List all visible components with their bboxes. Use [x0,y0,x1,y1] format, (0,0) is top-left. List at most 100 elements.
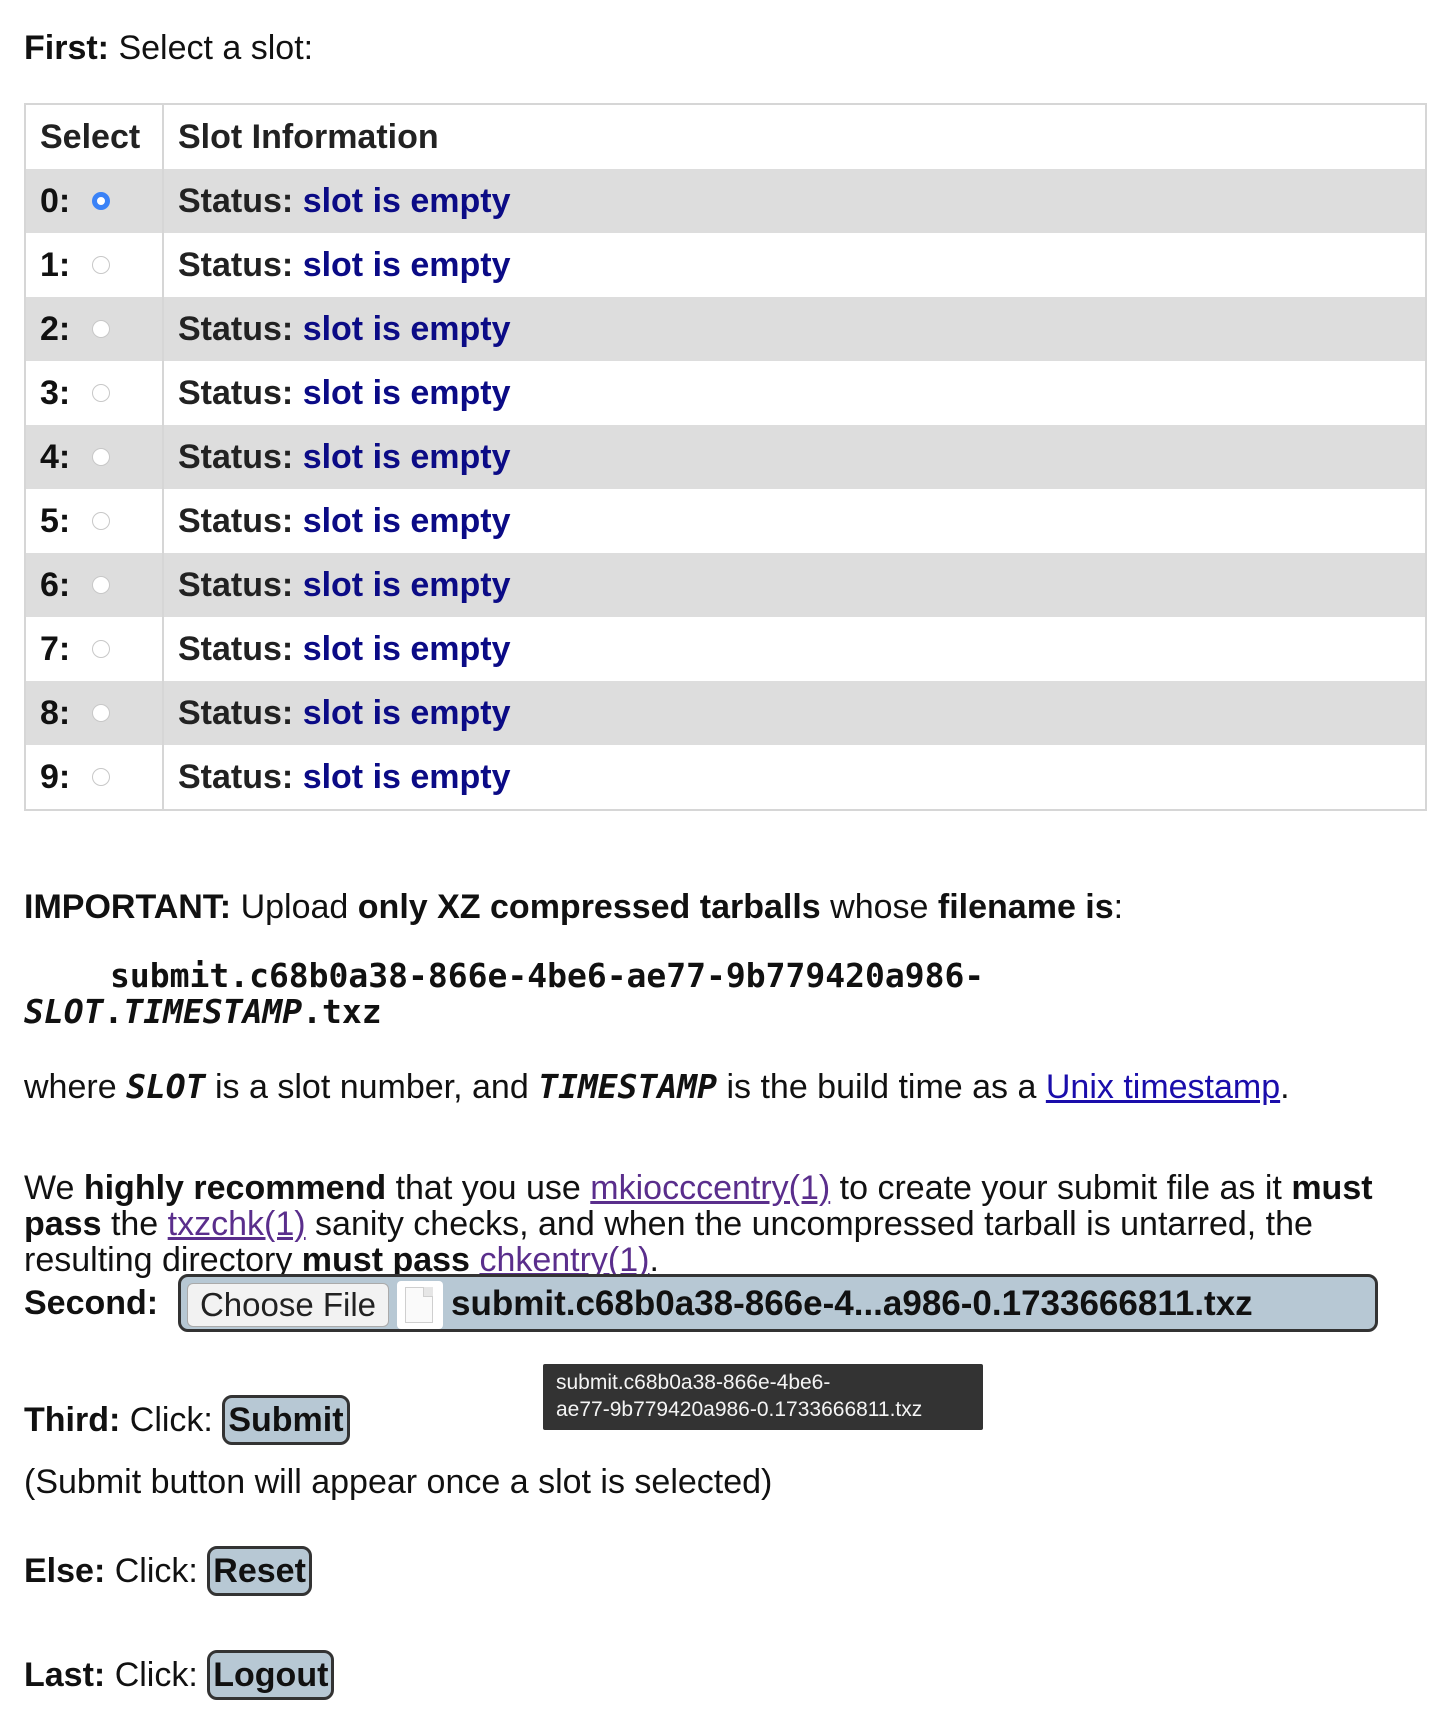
rec-text-2: that you use [395,1169,581,1207]
slot-radio[interactable] [92,255,111,274]
slot-row: 6: Status: slot is empty [25,553,1426,617]
slot-row: 2: Status: slot is empty [25,297,1426,361]
slot-info-cell: Status: slot is empty [163,681,1426,745]
slot-row: 8: Status: slot is empty [25,681,1426,745]
status-value: slot is empty [302,501,511,540]
status-value: slot is empty [302,373,511,412]
status-label: Status: [178,245,294,284]
logout-button[interactable]: Logout [207,1650,335,1700]
slot-table: Select Slot Information 0: Status: slot i… [24,103,1427,811]
step-else: Else: Click: Reset [24,1546,312,1598]
step-first: First: Select a slot: [24,28,313,68]
important-label: IMPORTANT: [24,888,232,926]
slot-number: 0: [40,181,71,220]
file-input[interactable]: Choose File submit.c68b0a38-866e-4...a98… [178,1274,1378,1332]
slot-select-cell: 1: [25,233,164,297]
status-label: Status: [178,757,294,796]
slot-radio[interactable] [92,575,111,594]
filename-timestamp: TIMESTAMP [123,992,303,1031]
status-label: Status: [178,565,294,604]
slot-radio[interactable] [92,191,111,210]
status-label: Status: [178,181,294,220]
status-value: slot is empty [302,693,511,732]
status-label: Status: [178,501,294,540]
slot-row: 5: Status: slot is empty [25,489,1426,553]
slot-select-cell: 5: [25,489,164,553]
slot-number: 4: [40,437,71,476]
slot-info-cell: Status: slot is empty [163,617,1426,681]
slot-number: 7: [40,629,71,668]
slot-row: 4: Status: slot is empty [25,425,1426,489]
slot-number: 8: [40,693,71,732]
slot-radio[interactable] [92,447,111,466]
step-third-text: Click: [129,1400,213,1439]
slot-row: 3: Status: slot is empty [25,361,1426,425]
where-text-4: . [1280,1068,1290,1106]
step-last: Last: Click: Logout [24,1650,335,1702]
reset-button[interactable]: Reset [207,1546,312,1596]
slot-info-cell: Status: slot is empty [163,169,1426,233]
status-value: slot is empty [302,437,511,476]
filename-line-1: submit.c68b0a38-866e-4be6-ae77-9b779420a… [110,956,985,995]
submit-button[interactable]: Submit [222,1395,350,1445]
recommendation: We highly recommend that you use mkioccc… [24,1170,1424,1278]
where-text-3: is the build time as a [726,1068,1037,1106]
slot-number: 1: [40,245,71,284]
slot-info-cell: Status: slot is empty [163,553,1426,617]
where-slot: SLOT [126,1067,206,1106]
slot-radio[interactable] [92,319,111,338]
important-bold-2: filename is [937,888,1114,926]
slot-radio[interactable] [92,511,111,530]
status-value: slot is empty [302,309,511,348]
step-first-label: First: [24,29,109,67]
status-label: Status: [178,629,294,668]
tooltip-line-1: submit.c68b0a38-866e-4be6- [556,1371,831,1394]
slot-info-cell: Status: slot is empty [163,489,1426,553]
slot-radio[interactable] [92,639,111,658]
step-last-text: Click: [114,1655,198,1694]
status-label: Status: [178,373,294,412]
status-label: Status: [178,437,294,476]
choose-file-button[interactable]: Choose File [187,1283,389,1327]
slot-row: 9: Status: slot is empty [25,745,1426,810]
step-second-label: Second: [24,1284,159,1322]
important-text-3: : [1113,888,1124,926]
step-else-text: Click: [114,1551,198,1590]
where-text-2: is a slot number, and [215,1068,529,1106]
slot-number: 3: [40,373,71,412]
slot-radio[interactable] [92,703,111,722]
file-icon [397,1281,443,1329]
slot-radio[interactable] [92,383,111,402]
slot-info-cell: Status: slot is empty [163,297,1426,361]
rec-text-4: the [110,1205,159,1243]
step-third: Third: Click: Submit [24,1395,350,1447]
status-label: Status: [178,309,294,348]
rec-bold-1: highly recommend [83,1169,387,1207]
slot-number: 9: [40,757,71,796]
unix-timestamp-link[interactable]: Unix timestamp [1046,1068,1280,1106]
where-explanation: where SLOT is a slot number, and TIMESTA… [24,1067,1290,1107]
status-value: slot is empty [302,181,511,220]
slot-select-cell: 7: [25,617,164,681]
where-timestamp: TIMESTAMP [538,1067,718,1106]
mkiocccentry-link[interactable]: mkiocccentry(1) [590,1169,830,1207]
txzchk-link[interactable]: txzchk(1) [168,1205,306,1243]
important-notice: IMPORTANT: Upload only XZ compressed tar… [24,887,1123,927]
status-value: slot is empty [302,565,511,604]
important-bold-1: only XZ compressed tarballs [357,888,821,926]
slot-number: 6: [40,565,71,604]
slot-select-cell: 2: [25,297,164,361]
filename-tooltip: submit.c68b0a38-866e-4be6- ae77-9b779420… [543,1364,983,1430]
step-third-label: Third: [24,1400,121,1439]
slot-select-cell: 4: [25,425,164,489]
slot-radio[interactable] [92,767,111,786]
slot-table-header: Select Slot Information [25,104,1426,169]
selected-file-name: submit.c68b0a38-866e-4...a986-0.17336668… [451,1284,1253,1323]
slot-row: 0: Status: slot is empty [25,169,1426,233]
status-value: slot is empty [302,629,511,668]
slot-select-cell: 8: [25,681,164,745]
status-label: Status: [178,693,294,732]
step-last-label: Last: [24,1655,106,1694]
slot-info-cell: Status: slot is empty [163,233,1426,297]
filename-slot: SLOT [24,992,104,1031]
